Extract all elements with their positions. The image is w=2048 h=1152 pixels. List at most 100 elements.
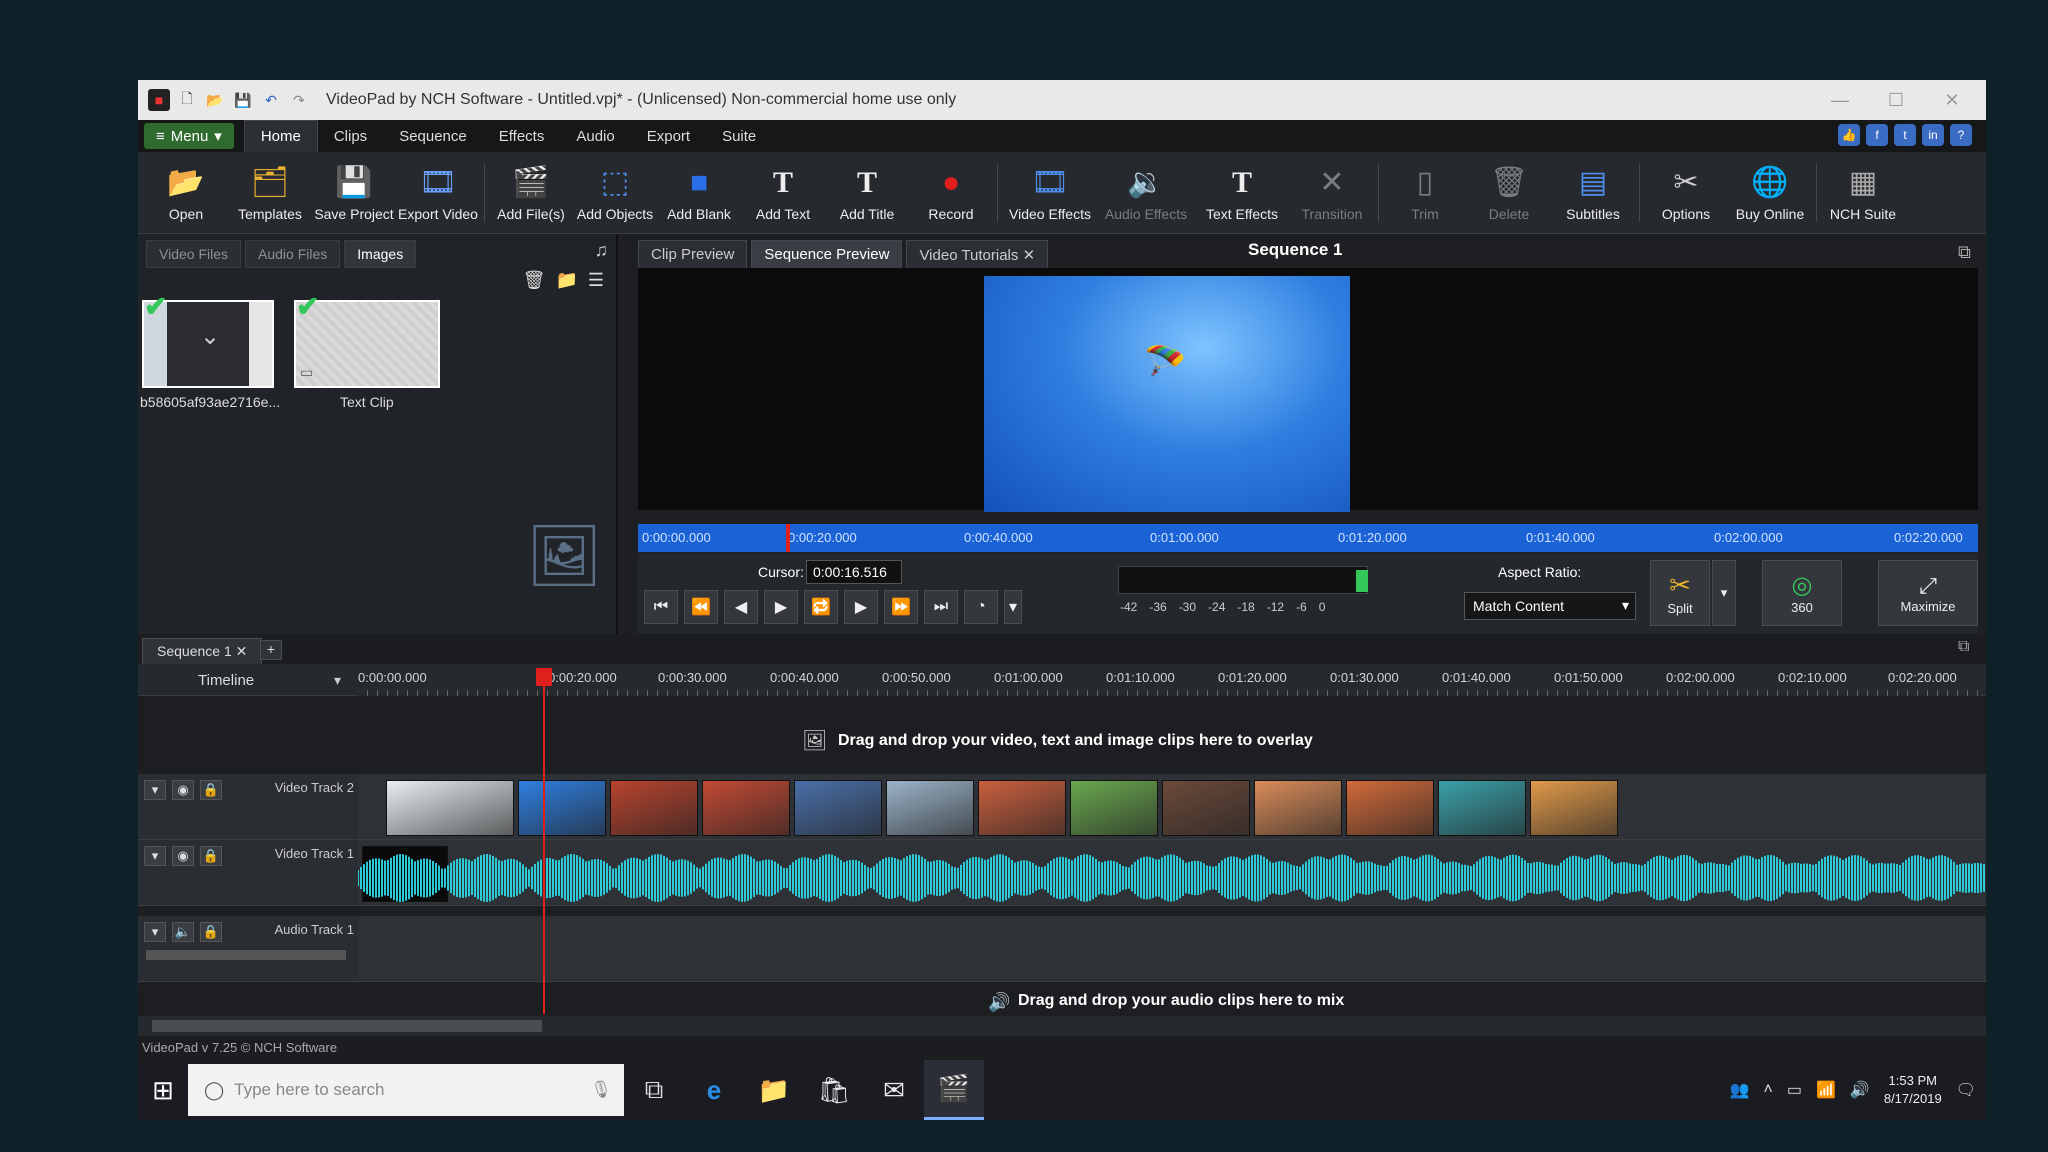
volume-slider[interactable] — [146, 950, 346, 960]
redo-icon[interactable]: ↷ — [288, 89, 310, 111]
add-sequence-button[interactable]: + — [260, 640, 282, 660]
tab-sequence[interactable]: Sequence — [383, 120, 483, 152]
maximize-window-button[interactable]: ☐ — [1868, 80, 1924, 120]
notifications-icon[interactable]: 🗨 — [1956, 1080, 1976, 1100]
taskbar-search-input[interactable]: ◯ Type here to search 🎙 — [188, 1064, 624, 1116]
trash-icon[interactable]: 🗑 — [523, 270, 546, 291]
skip-to-end-icon[interactable]: ⏭ — [924, 590, 958, 624]
add-objects-button[interactable]: ⬚ Add Objects — [573, 155, 657, 231]
video-track-2-lane[interactable] — [358, 774, 1986, 840]
video-clip[interactable] — [1162, 780, 1250, 836]
tab-effects[interactable]: Effects — [483, 120, 561, 152]
windows-start-icon[interactable]: ⊞ — [138, 1060, 188, 1120]
store-icon[interactable]: 🛍 — [804, 1060, 864, 1120]
collapse-icon[interactable]: ▾ — [144, 780, 166, 800]
text-effects-button[interactable]: T Text Effects — [1194, 155, 1290, 231]
audio-effects-button[interactable]: 🔉 Audio Effects — [1098, 155, 1194, 231]
volume-icon[interactable]: 🔊 — [1850, 1080, 1870, 1100]
close-icon[interactable]: ✕ — [236, 643, 248, 659]
video-clip[interactable] — [518, 780, 606, 836]
microphone-icon[interactable]: 🎙 — [590, 1080, 612, 1100]
preview-time-ruler[interactable]: 0:00:00.000 0:00:20.000 0:00:40.000 0:01… — [638, 524, 1978, 552]
chevron-up-icon[interactable]: ˄ — [1764, 1081, 1773, 1099]
video-clip[interactable] — [1070, 780, 1158, 836]
video-clip[interactable] — [794, 780, 882, 836]
record-button[interactable]: ● Record — [909, 155, 993, 231]
split-button[interactable]: ✂ Split — [1650, 560, 1710, 626]
speaker-icon[interactable]: 🔈 — [172, 922, 194, 942]
edge-browser-icon[interactable]: e — [684, 1060, 744, 1120]
tab-export[interactable]: Export — [631, 120, 706, 152]
help-icon[interactable]: ? — [1950, 124, 1972, 146]
preview-playhead-marker[interactable] — [786, 524, 790, 552]
clock[interactable]: 1:53 PM 8/17/2019 — [1884, 1072, 1942, 1108]
file-explorer-icon[interactable]: 📁 — [744, 1060, 804, 1120]
eye-icon[interactable]: ◉ — [172, 780, 194, 800]
audio-waveform[interactable] — [358, 852, 1986, 904]
video-clip[interactable] — [610, 780, 698, 836]
folder-icon[interactable]: 📁 — [555, 270, 577, 291]
collapse-icon[interactable]: ▾ — [144, 922, 166, 942]
battery-icon[interactable]: ▭ — [1787, 1080, 1802, 1100]
tab-sequence-1[interactable]: Sequence 1 ✕ — [142, 638, 263, 665]
timeline-ruler[interactable]: 0:00:00.000 0:00:20.000 0:00:30.000 0:00… — [358, 664, 1980, 696]
view-360-button[interactable]: ◎ 360 — [1762, 560, 1842, 626]
trim-button[interactable]: ▯ Trim — [1383, 155, 1467, 231]
video-clip[interactable] — [1254, 780, 1342, 836]
video-effects-button[interactable]: 🎞 Video Effects — [1002, 155, 1098, 231]
nch-suite-button[interactable]: ▦ NCH Suite — [1821, 155, 1905, 231]
add-title-button[interactable]: T Add Title — [825, 155, 909, 231]
video-clip[interactable] — [1346, 780, 1434, 836]
task-view-icon[interactable]: ⧉ — [624, 1060, 684, 1120]
tab-video-tutorials[interactable]: Video Tutorials ✕ — [906, 240, 1049, 270]
subtitles-button[interactable]: ▤ Subtitles — [1551, 155, 1635, 231]
maximize-button[interactable]: ⤢ Maximize — [1878, 560, 1978, 626]
tab-clip-preview[interactable]: Clip Preview — [638, 240, 748, 270]
tab-video-files[interactable]: Video Files — [146, 240, 242, 268]
buy-online-button[interactable]: 🌐 Buy Online — [1728, 155, 1812, 231]
videopad-taskbar-icon[interactable]: 🎬 — [924, 1060, 984, 1120]
video-clip[interactable] — [1530, 780, 1618, 836]
tab-images[interactable]: Images — [344, 240, 417, 268]
tab-home[interactable]: Home — [243, 120, 318, 152]
open-folder-icon[interactable]: 📂 — [204, 89, 226, 111]
new-icon[interactable]: 🗋 — [176, 89, 198, 111]
audio-track-1-lane[interactable] — [358, 916, 1986, 982]
skip-to-start-icon[interactable]: ⏮ — [644, 590, 678, 624]
lock-icon[interactable]: 🔒 — [200, 922, 222, 942]
save-project-button[interactable]: 💾 Save Project — [312, 155, 396, 231]
video-clip[interactable] — [978, 780, 1066, 836]
step-forward-icon[interactable]: ▶ — [844, 590, 878, 624]
save-icon[interactable]: 💾 — [232, 89, 254, 111]
minimize-button[interactable]: — — [1812, 80, 1868, 120]
video-clip[interactable] — [702, 780, 790, 836]
tab-audio[interactable]: Audio — [560, 120, 630, 152]
speed-icon[interactable]: ◔ — [964, 590, 998, 624]
detach-preview-icon[interactable]: ⧉ — [1958, 242, 1971, 263]
video-clip[interactable] — [386, 780, 514, 836]
close-icon[interactable]: ✕ — [1023, 247, 1036, 264]
step-back-icon[interactable]: ◀ — [724, 590, 758, 624]
wifi-icon[interactable]: 📶 — [1816, 1080, 1836, 1100]
video-clip[interactable] — [1438, 780, 1526, 836]
bin-music-icon[interactable]: ♫ — [595, 240, 609, 261]
add-text-button[interactable]: T Add Text — [741, 155, 825, 231]
linkedin-icon[interactable]: in — [1922, 124, 1944, 146]
collapse-icon[interactable]: ▾ — [144, 846, 166, 866]
open-button[interactable]: 📂 Open — [144, 155, 228, 231]
mail-icon[interactable]: ✉ — [864, 1060, 924, 1120]
video-clip[interactable] — [886, 780, 974, 836]
tab-clips[interactable]: Clips — [318, 120, 383, 152]
cursor-time-field[interactable]: 0:00:16.516 — [806, 560, 902, 584]
tab-suite[interactable]: Suite — [706, 120, 772, 152]
previous-frame-icon[interactable]: ⏪ — [684, 590, 718, 624]
export-video-button[interactable]: 🎞 Export Video — [396, 155, 480, 231]
transition-button[interactable]: ✕ Transition — [1290, 155, 1374, 231]
add-blank-button[interactable]: ■ Add Blank — [657, 155, 741, 231]
thumbs-up-icon[interactable]: 👍 — [1838, 124, 1860, 146]
eye-icon[interactable]: ◉ — [172, 846, 194, 866]
aspect-ratio-select[interactable]: Match Content ▾ — [1464, 592, 1636, 620]
facebook-icon[interactable]: f — [1866, 124, 1888, 146]
add-files-button[interactable]: 🎬 Add File(s) — [489, 155, 573, 231]
play-icon[interactable]: ▶ — [764, 590, 798, 624]
